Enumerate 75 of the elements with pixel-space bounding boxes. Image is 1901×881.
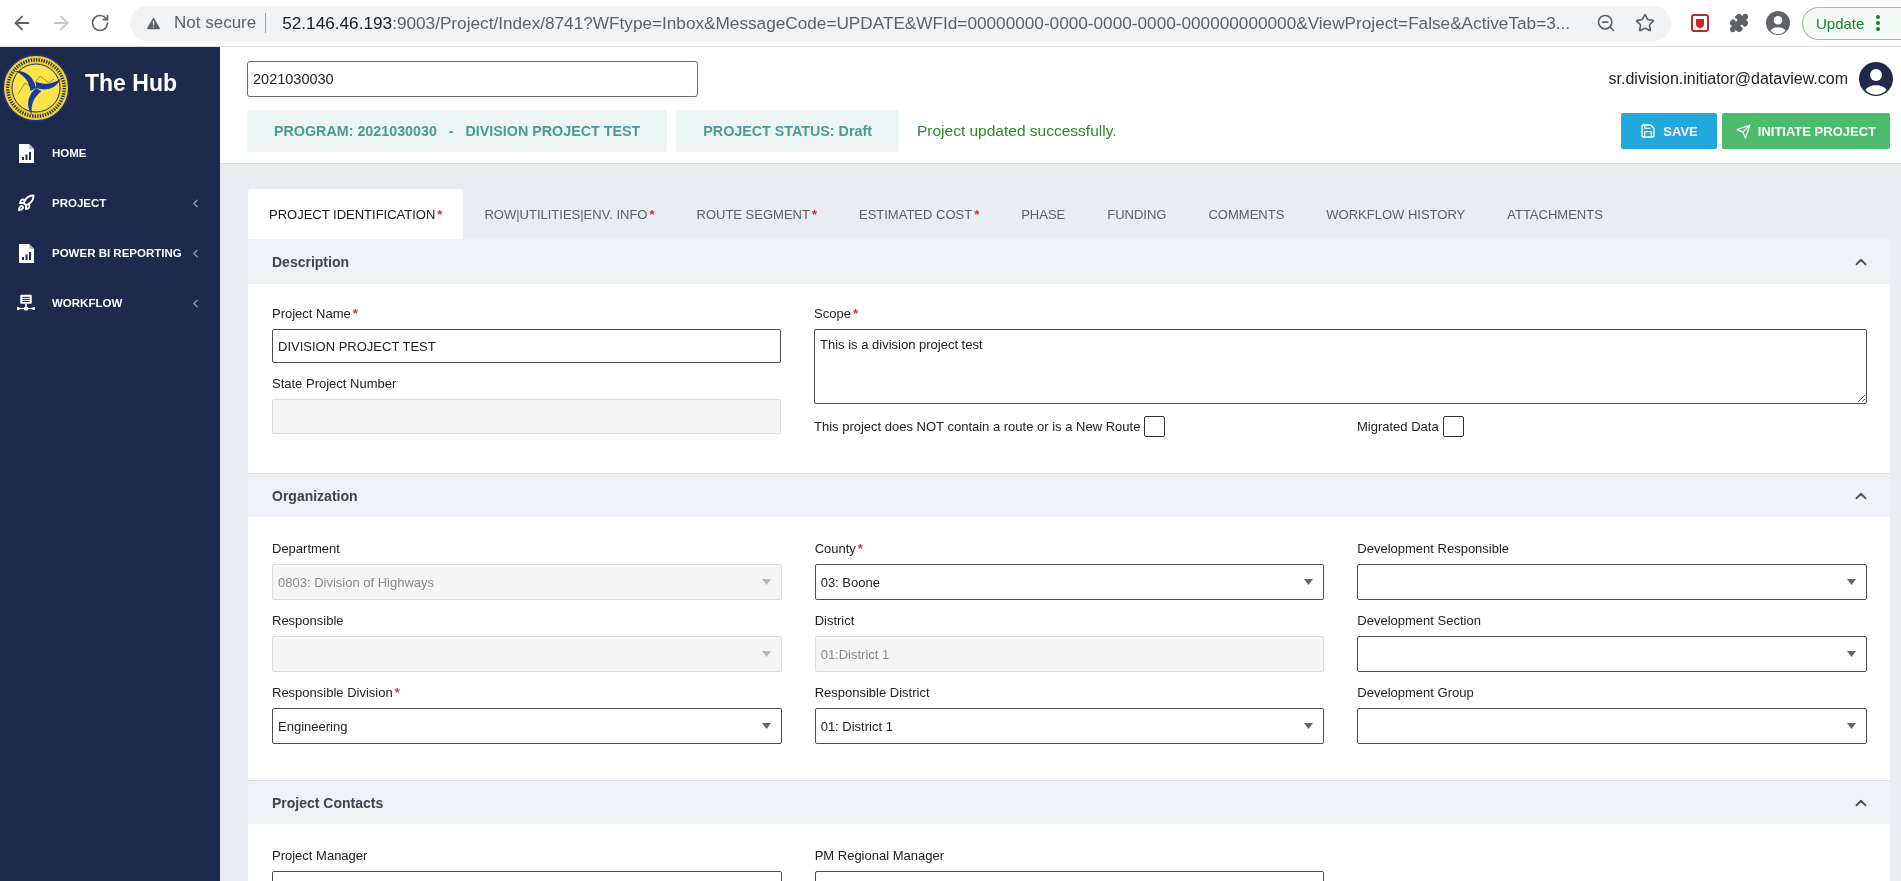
checkbox[interactable] (1144, 416, 1166, 437)
caret-icon (761, 651, 771, 657)
section-title: Project Contacts (272, 794, 384, 811)
field-label: District (814, 613, 856, 629)
program-info: PROGRAM: 2021030030 - DIVISION PROJECT TEST (247, 110, 668, 152)
monitor-network-icon (17, 293, 35, 313)
star-icon[interactable] (1635, 13, 1655, 33)
dropdown-field[interactable] (1357, 708, 1867, 744)
caret-icon (1304, 723, 1314, 729)
shield-icon[interactable] (1691, 14, 1709, 32)
field-label: Responsible District (814, 685, 931, 701)
field-label: Development Group (1357, 685, 1475, 701)
field-label: Development Responsible (1357, 541, 1511, 557)
dropdown-field[interactable] (1357, 636, 1867, 672)
nav-item[interactable]: POWER BI REPORTING (0, 228, 220, 278)
caret-icon (761, 579, 771, 585)
caret-icon (761, 723, 771, 729)
security-label: Not secure (174, 13, 257, 33)
tab[interactable]: ATTACHMENTS (1486, 189, 1624, 239)
tab[interactable]: PHASE (1000, 189, 1087, 239)
caret-icon (1847, 579, 1856, 585)
dropdown-field[interactable] (1357, 564, 1867, 600)
update-button[interactable]: Update (1802, 6, 1901, 40)
dropdown-field[interactable]: 03: Boone (814, 564, 1325, 600)
field-label: Department (272, 541, 341, 557)
section-title: Description (272, 253, 349, 270)
field-label: PM Regional Manager (814, 848, 945, 864)
checkbox-label: This project does NOT contain a route or is a New Route (814, 419, 1141, 434)
field-label: State Project Number (272, 376, 398, 392)
seal-logo (2, 53, 70, 122)
paper-plane-icon (1735, 123, 1751, 139)
tab[interactable]: ROUTE SEGMENT* (675, 189, 838, 239)
nav-item[interactable]: HOME (0, 128, 220, 178)
tab[interactable]: COMMENTS (1187, 189, 1306, 239)
file-chart-icon (18, 243, 34, 263)
rocket-icon (17, 194, 35, 212)
field-label: Development Section (1357, 613, 1482, 629)
field-label: Scope* (814, 306, 859, 322)
address-bar[interactable]: Not secure 52.146.46.193:9003/Project/Index/8741?WFtype=Inbox&MessageCode=UPDATE&WFId=00000000-0000-0000-0000-000000000000&ViewProject=False&ActiveTab=3... (130, 5, 1671, 41)
input-field[interactable]: DIVISION PROJECT TEST (272, 329, 781, 363)
kebab-menu-icon (1876, 15, 1881, 31)
warning-icon (145, 14, 162, 32)
success-message: Project updated successfully. (916, 122, 1117, 140)
nav-item[interactable]: PROJECT (0, 178, 220, 228)
avatar-icon[interactable] (1859, 62, 1893, 96)
nav-item[interactable]: WORKFLOW (0, 278, 220, 328)
zoom-icon[interactable] (1596, 13, 1616, 33)
field-label: Project Name* (272, 306, 359, 322)
user-email: sr.division.initiator@dataview.com (1608, 70, 1848, 88)
tab[interactable]: ROW|UTILITIES|ENV. INFO* (463, 189, 676, 239)
app-title: The Hub (85, 70, 177, 97)
file-chart-icon (18, 143, 34, 163)
tab[interactable]: ESTIMATED COST* (837, 189, 1001, 239)
checkbox-label: Migrated Data (1357, 419, 1439, 434)
field-label: County* (814, 541, 864, 557)
project-status: PROJECT STATUS: Draft (676, 110, 899, 152)
field-label: Project Manager (272, 848, 369, 864)
project-search-field[interactable]: 2021030030 (247, 61, 698, 97)
puzzle-icon (1729, 13, 1749, 33)
dropdown-field[interactable]: Engineering (272, 708, 782, 744)
field-label: Responsible Division* (272, 685, 401, 701)
checkbox[interactable] (1442, 416, 1464, 437)
reload-icon (90, 13, 110, 33)
caret-icon (1304, 579, 1314, 585)
profile-icon[interactable] (1766, 11, 1790, 35)
dropdown-field[interactable]: 01: District 1 (814, 708, 1325, 744)
scope-textarea[interactable]: This is a division project test (814, 329, 1867, 404)
section-title: Organization (272, 487, 358, 504)
tab[interactable]: WORKFLOW HISTORY (1305, 189, 1487, 239)
caret-icon (1847, 651, 1856, 657)
url-text: 52.146.46.193:9003/Project/Index/8741?WFtype=Inbox&MessageCode=UPDATE&WFId=00000000-0000-0000-0000-000000000000&ViewProject=False&ActiveTab=3... (282, 12, 1571, 34)
tab[interactable]: PROJECT IDENTIFICATION* (248, 189, 464, 239)
caret-icon (1847, 723, 1856, 729)
field-label: Responsible (272, 613, 345, 629)
tab[interactable]: FUNDING (1086, 189, 1188, 239)
